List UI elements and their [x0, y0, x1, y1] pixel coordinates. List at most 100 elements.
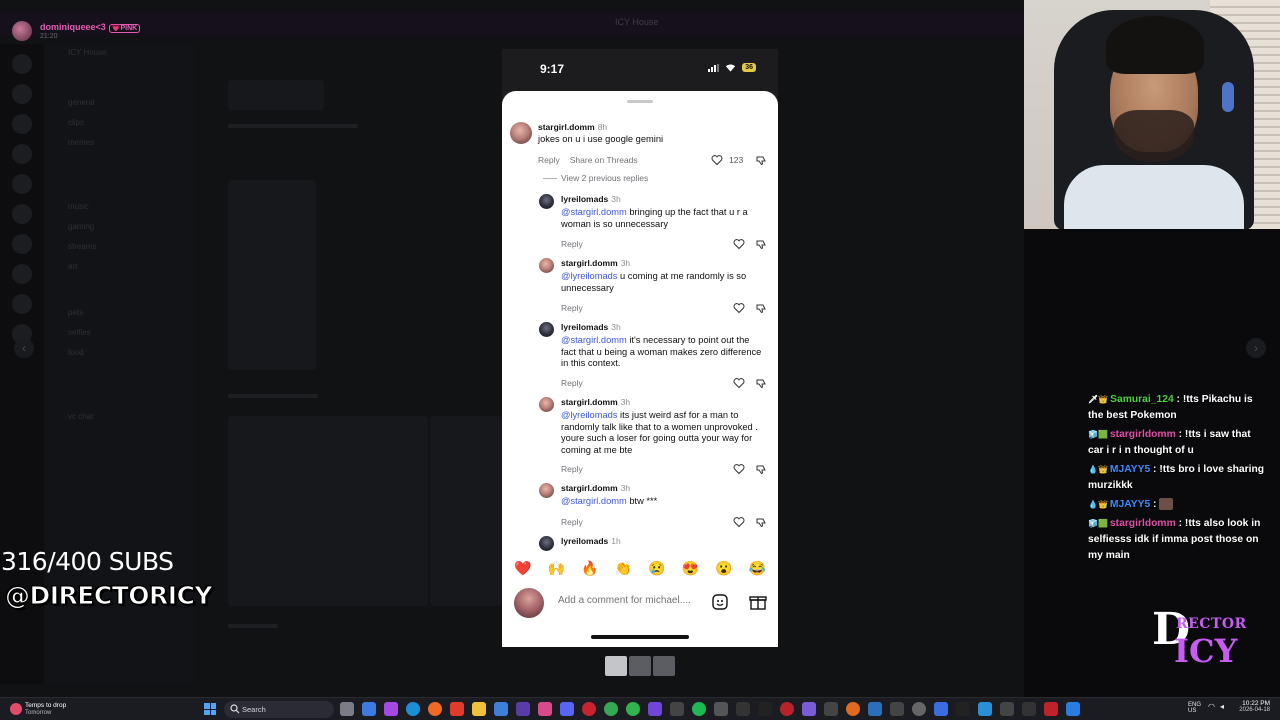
app-icon[interactable]	[714, 702, 728, 716]
channel-item[interactable]: ICY House	[68, 48, 107, 57]
wifi-tray-icon[interactable]: ◠	[1208, 702, 1215, 711]
app-icon[interactable]	[1022, 702, 1036, 716]
emoji-heart-eyes[interactable]: 😍	[679, 557, 701, 579]
comment-username[interactable]: stargirl.domm	[561, 483, 618, 493]
reply-button[interactable]: Reply	[538, 155, 560, 165]
chrome-icon[interactable]	[626, 702, 640, 716]
emoji-heart[interactable]: ❤️	[512, 557, 534, 579]
server-icon[interactable]	[12, 264, 32, 284]
brave-icon[interactable]	[450, 702, 464, 716]
system-clock[interactable]: 10:22 PM 2026-04-18	[1239, 700, 1270, 713]
heart-icon[interactable]	[733, 238, 745, 250]
avatar[interactable]	[510, 122, 532, 144]
app-icon[interactable]	[890, 702, 904, 716]
server-icon[interactable]	[12, 234, 32, 254]
app-icon[interactable]	[802, 702, 816, 716]
avatar[interactable]	[539, 397, 554, 412]
chat-username[interactable]: Samurai_124	[1110, 394, 1174, 405]
prev-arrow-icon[interactable]: ‹	[14, 338, 34, 358]
server-icon[interactable]	[12, 114, 32, 134]
server-icon[interactable]	[12, 204, 32, 224]
channel-item[interactable]: pets	[68, 308, 83, 317]
app-icon[interactable]	[516, 702, 530, 716]
server-icon[interactable]	[12, 294, 32, 314]
channel-item[interactable]: vc chat	[68, 412, 93, 421]
dislike-icon[interactable]	[755, 516, 767, 528]
chat-username[interactable]: stargirldomm	[1110, 429, 1176, 440]
app-icon[interactable]	[670, 702, 684, 716]
edge-icon[interactable]	[406, 702, 420, 716]
gift-icon[interactable]	[749, 593, 767, 611]
folder-icon[interactable]	[472, 702, 486, 716]
avatar[interactable]	[539, 194, 554, 209]
channel-item[interactable]: music	[68, 202, 89, 211]
app-icon[interactable]	[736, 702, 750, 716]
app-icon[interactable]	[978, 702, 992, 716]
emoji-clap[interactable]: 👏	[612, 557, 634, 579]
firefox-icon[interactable]	[428, 702, 442, 716]
reply-button[interactable]: Reply	[561, 239, 583, 249]
reply-button[interactable]: Reply	[561, 378, 583, 388]
comment-username[interactable]: stargirl.domm	[538, 122, 595, 132]
heart-icon[interactable]	[711, 154, 723, 166]
channel-item[interactable]: food	[68, 348, 84, 357]
chrome-icon[interactable]	[604, 702, 618, 716]
emoji-laughing[interactable]: 😂	[746, 557, 768, 579]
app-icon[interactable]	[956, 702, 970, 716]
next-arrow-icon[interactable]: ›	[1246, 338, 1266, 358]
share-threads-button[interactable]: Share on Threads	[570, 155, 638, 165]
reply-button[interactable]: Reply	[561, 517, 583, 527]
discord-icon[interactable]	[560, 702, 574, 716]
sticker-icon[interactable]	[711, 593, 729, 611]
chat-username[interactable]: MJAYY5	[1110, 464, 1150, 475]
heart-icon[interactable]	[733, 516, 745, 528]
app-icon[interactable]	[846, 702, 860, 716]
comment-username[interactable]: lyreilomads	[561, 194, 608, 204]
taskbar-search[interactable]: Search	[224, 701, 334, 718]
avatar[interactable]	[539, 322, 554, 337]
avatar[interactable]	[539, 258, 554, 273]
avatar[interactable]	[539, 483, 554, 498]
weather-widget[interactable]: Temps to drop Tomorrow	[10, 701, 100, 719]
start-button[interactable]	[204, 703, 216, 715]
task-view-icon[interactable]	[340, 702, 354, 716]
server-icon[interactable]	[12, 84, 32, 104]
dislike-icon[interactable]	[755, 154, 767, 166]
app-icon[interactable]	[934, 702, 948, 716]
volume-icon[interactable]: ◂	[1220, 702, 1224, 711]
page-thumbnails[interactable]	[605, 656, 675, 676]
reply-button[interactable]: Reply	[561, 464, 583, 474]
app-icon[interactable]	[1000, 702, 1014, 716]
app-icon[interactable]	[538, 702, 552, 716]
heart-icon[interactable]	[733, 377, 745, 389]
reply-button[interactable]: Reply	[561, 303, 583, 313]
dislike-icon[interactable]	[755, 238, 767, 250]
channel-item[interactable]: general	[68, 98, 95, 107]
server-icon[interactable]	[12, 144, 32, 164]
channel-item[interactable]: selfies	[68, 328, 91, 337]
app-icon[interactable]	[494, 702, 508, 716]
channel-item[interactable]: art	[68, 262, 77, 271]
copilot-icon[interactable]	[362, 702, 376, 716]
heart-icon[interactable]	[733, 302, 745, 314]
sheet-grabber[interactable]	[627, 100, 653, 103]
app-icon[interactable]	[824, 702, 838, 716]
dislike-icon[interactable]	[755, 463, 767, 475]
channel-item[interactable]: gaming	[68, 222, 94, 231]
channel-item[interactable]: streams	[68, 242, 96, 251]
comment-username[interactable]: stargirl.domm	[561, 397, 618, 407]
app-icon[interactable]	[758, 702, 772, 716]
server-icon[interactable]	[12, 174, 32, 194]
comment-username[interactable]: lyreilomads	[561, 536, 608, 546]
avatar[interactable]	[539, 536, 554, 551]
emoji-crying[interactable]: 😢	[646, 557, 668, 579]
app-icon[interactable]	[384, 702, 398, 716]
opera-icon[interactable]	[582, 702, 596, 716]
view-previous-replies[interactable]: View 2 previous replies	[561, 173, 648, 183]
emoji-raised-hands[interactable]: 🙌	[545, 557, 567, 579]
app-icon[interactable]	[1044, 702, 1058, 716]
channel-item[interactable]: clips	[68, 118, 84, 127]
comment-username[interactable]: lyreilomads	[561, 322, 608, 332]
app-icon[interactable]	[648, 702, 662, 716]
dislike-icon[interactable]	[755, 377, 767, 389]
